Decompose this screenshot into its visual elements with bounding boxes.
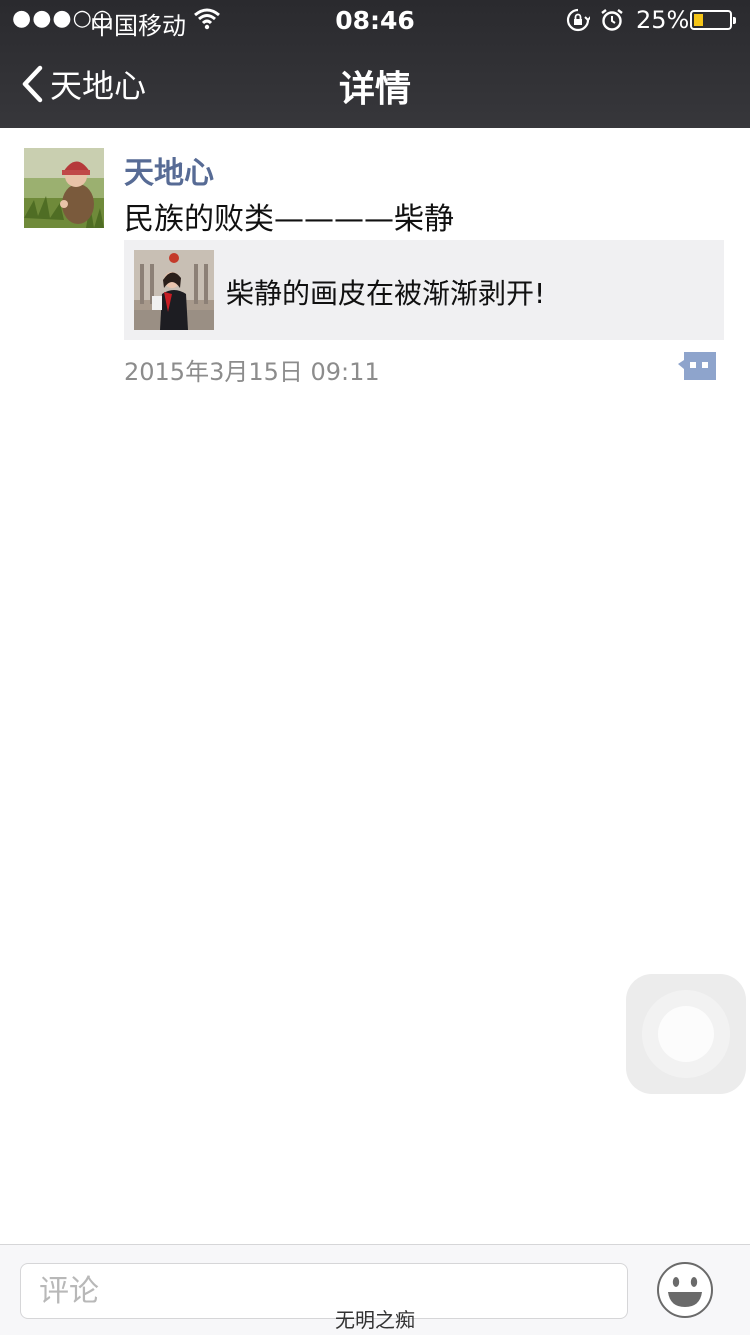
shared-link-card[interactable]: 柴静的画皮在被渐渐剥开! bbox=[124, 240, 724, 340]
page-title: 详情 bbox=[338, 69, 411, 110]
battery-percentage: 25% bbox=[636, 6, 690, 34]
watermark-text: 无明之痴 bbox=[335, 1308, 415, 1332]
navigation-bar: 天地心 详情 bbox=[0, 40, 750, 128]
avatar[interactable] bbox=[24, 148, 104, 228]
post-timestamp: 2015年3月15日 09:11 bbox=[124, 358, 380, 386]
status-bar: ●●●○○ 中国移动 08:46 25% bbox=[0, 0, 750, 40]
assistive-touch-button[interactable] bbox=[626, 974, 746, 1094]
link-title: 柴静的画皮在被渐渐剥开! bbox=[226, 277, 546, 310]
link-thumbnail bbox=[134, 250, 214, 330]
author-name[interactable]: 天地心 bbox=[124, 148, 214, 192]
post-text: 民族的败类————柴静 bbox=[124, 202, 454, 237]
top-header: ●●●○○ 中国移动 08:46 25% 天地心 详情 bbox=[0, 0, 750, 128]
rotation-lock-icon bbox=[566, 8, 592, 38]
comment-bubble-icon[interactable] bbox=[678, 350, 718, 382]
battery-level-fill bbox=[694, 14, 703, 26]
assistive-touch-inner-circle bbox=[658, 1006, 714, 1062]
battery-icon bbox=[690, 10, 736, 30]
alarm-icon bbox=[600, 8, 624, 38]
